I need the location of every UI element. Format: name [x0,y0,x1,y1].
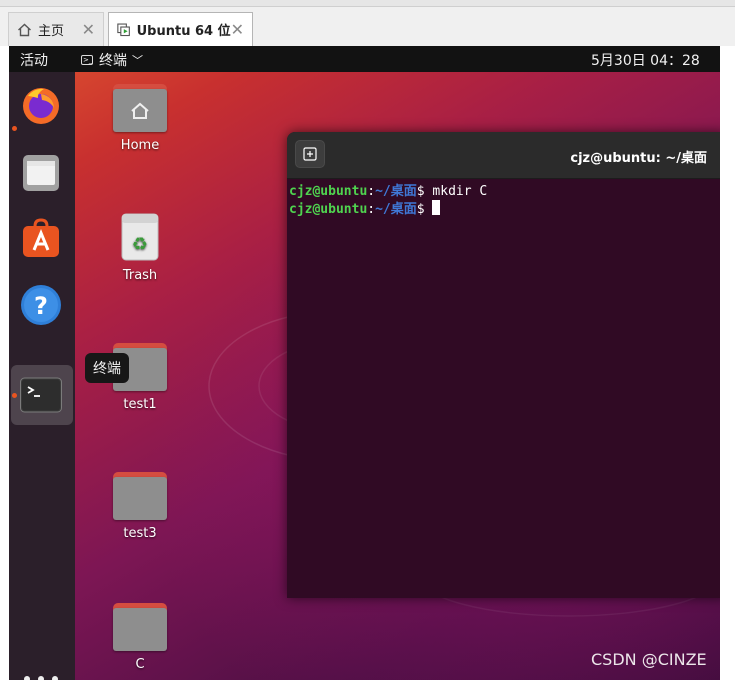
top-bar: 活动 >_ 终端 ﹀ 5月30日 04：28 [9,46,720,72]
terminal-line: cjz@ubuntu:~/桌面$ mkdir C [289,183,487,200]
close-icon[interactable]: ✕ [82,20,95,39]
app-menu[interactable]: >_ 终端 ﹀ [81,50,143,70]
prompt-user: cjz@ubuntu [289,184,368,199]
running-indicator [12,126,17,131]
trash-icon: ♻ [120,210,160,262]
terminal-line: cjz@ubuntu:~/桌面$ [289,200,487,218]
vm-icon [117,22,130,36]
clock[interactable]: 5月30日 04：28 [591,50,700,70]
vm-tab-bar: 主页 ✕ Ubuntu 64 位 ✕ [0,0,735,46]
app-menu-label: 终端 [99,53,127,69]
vm-tab-home[interactable]: 主页 ✕ [8,12,104,46]
close-icon[interactable]: ✕ [231,20,244,39]
prompt-separator: : [367,202,376,217]
chevron-down-icon: ﹀ [132,54,143,67]
dock-files[interactable] [20,152,62,194]
terminal-output[interactable]: cjz@ubuntu:~/桌面$ mkdir Ccjz@ubuntu:~/桌面$ [289,183,487,218]
software-icon [23,218,59,257]
running-indicator [12,393,17,398]
desktop-icon-home[interactable]: Home [100,84,180,153]
home-folder-icon [113,84,167,132]
terminal-title: cjz@ubuntu: ~/桌面 [570,151,707,166]
activities-button[interactable]: 活动 [20,50,48,70]
terminal-header[interactable]: cjz@ubuntu: ~/桌面 [287,132,720,179]
prompt-path: ~/桌面 [375,184,417,199]
new-tab-button[interactable] [295,140,325,168]
vm-window-edge [720,46,735,680]
desktop-icon-label: Home [120,138,160,153]
dock-firefox[interactable] [20,84,62,126]
folder-icon [113,603,167,651]
prompt-dollar: $ [416,202,433,217]
svg-text:♻: ♻ [132,234,148,255]
folder-icon [113,472,167,520]
terminal-window[interactable]: cjz@ubuntu: ~/桌面 cjz@ubuntu:~/桌面$ mkdir … [287,132,720,598]
desktop-icon-label: C [135,657,145,672]
vm-tab-ubuntu[interactable]: Ubuntu 64 位 ✕ [108,12,253,46]
firefox-icon [23,88,59,124]
dock-software[interactable] [20,218,62,260]
vm-tab-ubuntu-label: Ubuntu 64 位 [136,24,231,39]
desktop-icon-label: test1 [123,397,157,412]
ubuntu-desktop: 活动 >_ 终端 ﹀ 5月30日 04：28 ? Home ♻ Trash te… [9,46,720,680]
watermark: CSDN @CINZE [591,650,707,669]
dock-help[interactable]: ? [20,284,62,326]
home-icon [18,23,31,36]
dock-tooltip: 终端 [85,353,129,383]
svg-text:?: ? [34,292,48,320]
files-icon [23,155,59,191]
prompt-path: ~/桌面 [375,202,417,217]
vm-toolbar-edge [0,0,735,7]
terminal-icon [20,377,62,413]
new-tab-icon [303,147,317,161]
desktop-icon-trash[interactable]: ♻ Trash [100,210,180,283]
vm-tab-home-label: 主页 [38,24,65,39]
desktop-icon-c[interactable]: C [100,603,180,672]
text-cursor [432,200,441,215]
prompt-separator: : [367,184,376,199]
dock-terminal[interactable] [20,374,62,416]
desktop-icon-label: Trash [122,268,158,283]
command-text: mkdir C [432,184,488,199]
prompt-dollar: $ [416,184,433,199]
dock: ? [9,72,75,680]
prompt-user: cjz@ubuntu [289,202,368,217]
help-icon: ? [21,285,61,325]
terminal-mini-icon: >_ [81,55,93,65]
desktop-icon-label: test3 [123,526,157,541]
show-applications-button[interactable] [24,670,58,680]
desktop-icon-test3[interactable]: test3 [100,472,180,541]
